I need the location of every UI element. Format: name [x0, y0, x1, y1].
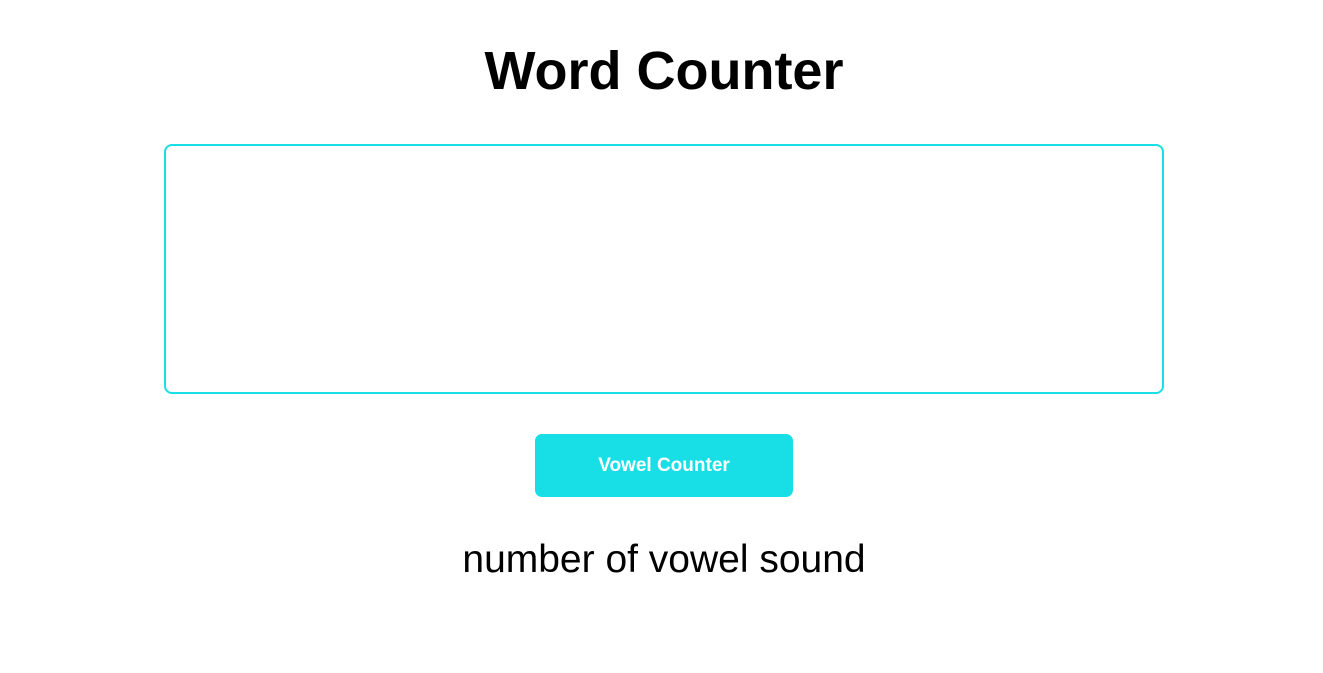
result-text: number of vowel sound [462, 538, 866, 581]
page: Word Counter Vowel Counter number of vow… [0, 0, 1323, 673]
text-input[interactable] [164, 144, 1164, 394]
page-title: Word Counter [484, 41, 844, 101]
vowel-counter-button[interactable]: Vowel Counter [535, 434, 793, 497]
